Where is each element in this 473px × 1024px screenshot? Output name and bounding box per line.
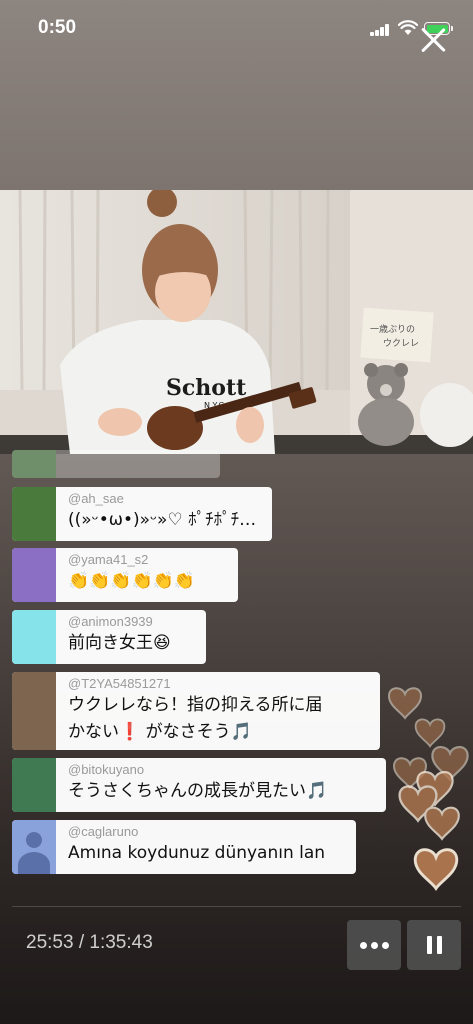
- svg-text:ウクレレ: ウクレレ: [383, 338, 419, 349]
- chat-message: @caglaruno Amına koydunuz dünyanın lan: [12, 820, 356, 874]
- chat-text: Amına koydunuz dünyanın lan: [68, 843, 326, 863]
- avatar: [12, 450, 56, 478]
- avatar: [12, 758, 56, 812]
- chat-handle: @bitokuyano: [68, 762, 145, 777]
- close-icon[interactable]: [418, 25, 448, 55]
- more-icon: [359, 941, 389, 949]
- total-duration: 1:35:43: [89, 932, 153, 953]
- video-frame: 一歳ぶりの ウクレレ Schott N.Y.C.: [0, 190, 473, 454]
- playback-time: 25:53 / 1:35:43: [26, 932, 153, 954]
- heart-icon: [413, 848, 459, 890]
- chat-handle: @yama41_s2: [68, 552, 149, 567]
- chat-text: ((»ᵕ•ω•)»ᵕ»♡ ﾎﾟﾁﾎﾟﾁ…: [68, 510, 257, 530]
- status-time: 0:50: [38, 17, 77, 38]
- pause-icon: [426, 936, 442, 954]
- wifi-icon: [398, 20, 418, 35]
- cellular-signal-icon: [370, 24, 392, 36]
- avatar: [12, 548, 56, 602]
- status-bar: 0:50: [0, 0, 473, 58]
- chat-handle: @animon3939: [68, 614, 153, 629]
- chat-handle: @T2YA54851271: [68, 676, 171, 691]
- chat-text: かない❗️ がなさそう🎵: [68, 722, 252, 742]
- chat-message: @T2YA54851271 ウクレレなら！指の抑える所に届 かない❗️ がなさそ…: [12, 672, 380, 750]
- avatar: [12, 487, 56, 541]
- chat-message-faded: [12, 450, 220, 478]
- chat-message: @yama41_s2 👏👏👏👏👏👏: [12, 548, 238, 602]
- chat-text: ウクレレなら！指の抑える所に届: [68, 695, 323, 715]
- pause-button[interactable]: [407, 920, 461, 970]
- chat-message: @ah_sae ((»ᵕ•ω•)»ᵕ»♡ ﾎﾟﾁﾎﾟﾁ…: [12, 487, 272, 541]
- shirt-brand: Schott: [166, 375, 247, 401]
- avatar: [12, 672, 56, 750]
- more-options-button[interactable]: [347, 920, 401, 970]
- divider: [12, 906, 461, 907]
- chat-message: @animon3939 前向き女王😆: [12, 610, 206, 664]
- avatar: [12, 610, 56, 664]
- chat-handle: @ah_sae: [68, 491, 124, 506]
- chat-handle: @caglaruno: [68, 824, 139, 839]
- heart-reactions: [388, 687, 469, 890]
- time-separator: /: [73, 932, 90, 953]
- chat-text: 前向き女王😆: [68, 633, 171, 653]
- chat-message: @bitokuyano そうさくちゃんの成長が見たい🎵: [12, 758, 386, 812]
- live-video: 一歳ぶりの ウクレレ Schott N.Y.C.: [0, 190, 473, 454]
- default-avatar-icon: [12, 820, 56, 874]
- current-position: 25:53: [26, 932, 74, 953]
- svg-text:一歳ぶりの: 一歳ぶりの: [370, 323, 415, 335]
- chat-text: 👏👏👏👏👏👏: [68, 571, 196, 591]
- chat-text: そうさくちゃんの成長が見たい🎵: [68, 781, 328, 801]
